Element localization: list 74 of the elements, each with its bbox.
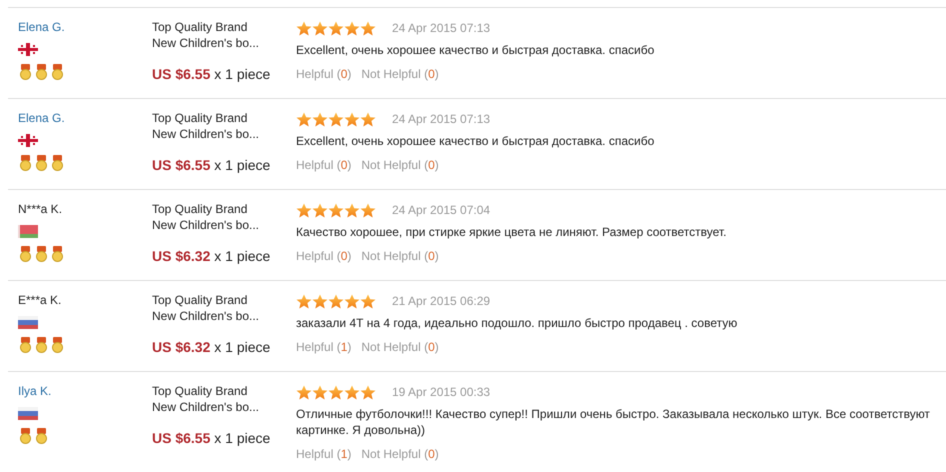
medal-icon	[50, 337, 65, 353]
not-helpful-link[interactable]: Not Helpful (0)	[361, 447, 439, 461]
review-date: 24 Apr 2015 07:13	[392, 111, 490, 128]
medal-icon	[34, 428, 49, 444]
helpful-link[interactable]: Helpful (0)	[296, 249, 352, 263]
medal-icon	[34, 246, 49, 262]
product-title[interactable]: Top Quality Brand New Children's bo...	[152, 201, 296, 233]
review-date: 24 Apr 2015 07:13	[392, 20, 490, 37]
star-icon	[344, 384, 360, 400]
price-quantity: US $6.55 x 1 piece	[152, 429, 272, 448]
not-helpful-link[interactable]: Not Helpful (0)	[361, 249, 439, 263]
helpful-link[interactable]: Helpful (1)	[296, 447, 352, 461]
star-icon	[328, 384, 344, 400]
medal-icon	[34, 337, 49, 353]
star-icon	[344, 20, 360, 36]
product-title[interactable]: Top Quality Brand New Children's bo...	[152, 110, 296, 142]
star-icon	[360, 294, 376, 308]
review-text: Отличные футболочки!!! Качество супер!! Пришли очень быстро. Заказывала несколько штук. Все соответствуют картинке. Я довольна))	[296, 406, 931, 438]
helpful-link[interactable]: Helpful (0)	[296, 67, 352, 81]
medal-icon	[18, 64, 33, 80]
star-icon	[296, 112, 312, 126]
buyer-name[interactable]: Ilya K.	[18, 383, 152, 399]
star-icon	[296, 384, 312, 400]
star-icon	[344, 112, 360, 126]
star-icon	[328, 202, 344, 218]
product-title[interactable]: Top Quality Brand New Children's bo...	[152, 292, 296, 324]
medal-icon	[50, 64, 65, 80]
buyer-name: N***a K.	[18, 201, 64, 217]
star-icon	[344, 294, 360, 308]
review-text: Excellent, очень хорошее качество и быстрая доставка. спасибо	[296, 42, 656, 58]
medal-icon	[34, 155, 49, 171]
review-text: Качество хорошее, при стирке яркие цвета не линяют. Размер соответствует.	[296, 224, 728, 240]
price-quantity: US $6.55 x 1 piece	[152, 65, 272, 84]
star-icon	[360, 202, 376, 218]
star-icon	[360, 20, 376, 36]
star-icon	[312, 384, 328, 400]
star-icon	[312, 294, 328, 308]
helpful-link[interactable]: Helpful (0)	[296, 158, 352, 172]
medal-icon	[18, 428, 33, 444]
review-text: Excellent, очень хорошее качество и быстрая доставка. спасибо	[296, 133, 656, 149]
star-icon	[328, 294, 344, 308]
star-icon	[328, 20, 344, 36]
helpful-link[interactable]: Helpful (1)	[296, 340, 352, 354]
star-icon	[360, 384, 376, 400]
medal-icon	[50, 246, 65, 262]
star-icon	[312, 112, 328, 126]
medal-icon	[50, 155, 65, 171]
product-title[interactable]: Top Quality Brand New Children's bo...	[152, 383, 296, 415]
medal-icon	[18, 155, 33, 171]
not-helpful-link[interactable]: Not Helpful (0)	[361, 158, 439, 172]
price-quantity: US $6.55 x 1 piece	[152, 156, 272, 175]
review-text: заказали 4Т на 4 года, идеально подошло. пришло быстро продавец . советую	[296, 315, 738, 331]
medal-icon	[18, 337, 33, 353]
not-helpful-link[interactable]: Not Helpful (0)	[361, 340, 439, 354]
review-date: 21 Apr 2015 06:29	[392, 293, 490, 310]
buyer-name[interactable]: Elena G.	[18, 110, 152, 126]
buyer-name: E***a K.	[18, 292, 62, 308]
star-icon	[296, 294, 312, 308]
product-title[interactable]: Top Quality Brand New Children's bo...	[152, 19, 296, 51]
review-date: 24 Apr 2015 07:04	[392, 202, 490, 219]
buyer-name[interactable]: Elena G.	[18, 19, 152, 35]
medal-icon	[18, 246, 33, 262]
star-icon	[360, 112, 376, 126]
price-quantity: US $6.32 x 1 piece	[152, 338, 272, 357]
star-icon	[296, 20, 312, 36]
medal-icon	[34, 64, 49, 80]
star-icon	[344, 202, 360, 218]
star-icon	[312, 202, 328, 218]
star-icon	[296, 202, 312, 218]
star-icon	[328, 112, 344, 126]
price-quantity: US $6.32 x 1 piece	[152, 247, 272, 266]
not-helpful-link[interactable]: Not Helpful (0)	[361, 67, 439, 81]
review-date: 19 Apr 2015 00:33	[392, 384, 490, 401]
star-icon	[312, 20, 328, 36]
